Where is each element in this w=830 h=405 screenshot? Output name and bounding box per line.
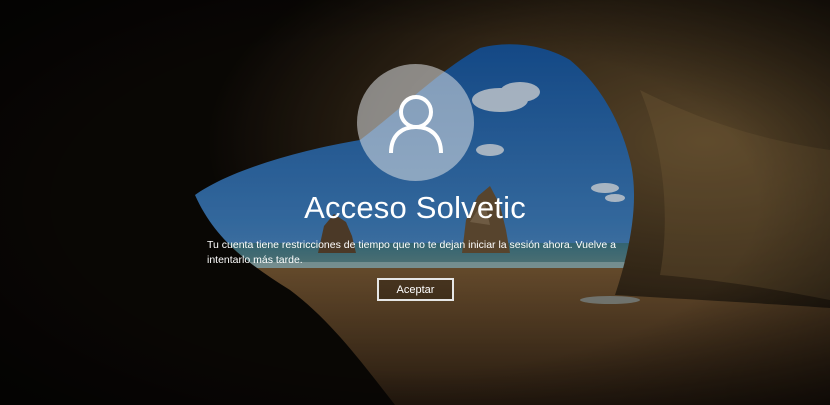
accept-button[interactable]: Aceptar: [377, 278, 454, 301]
restriction-message: Tu cuenta tiene restricciones de tiempo …: [207, 239, 616, 266]
user-icon: [388, 94, 443, 153]
lock-screen: Acceso Solvetic Tu cuenta tiene restricc…: [0, 0, 830, 405]
user-avatar: [357, 64, 474, 181]
user-name: Acceso Solvetic: [304, 190, 526, 225]
